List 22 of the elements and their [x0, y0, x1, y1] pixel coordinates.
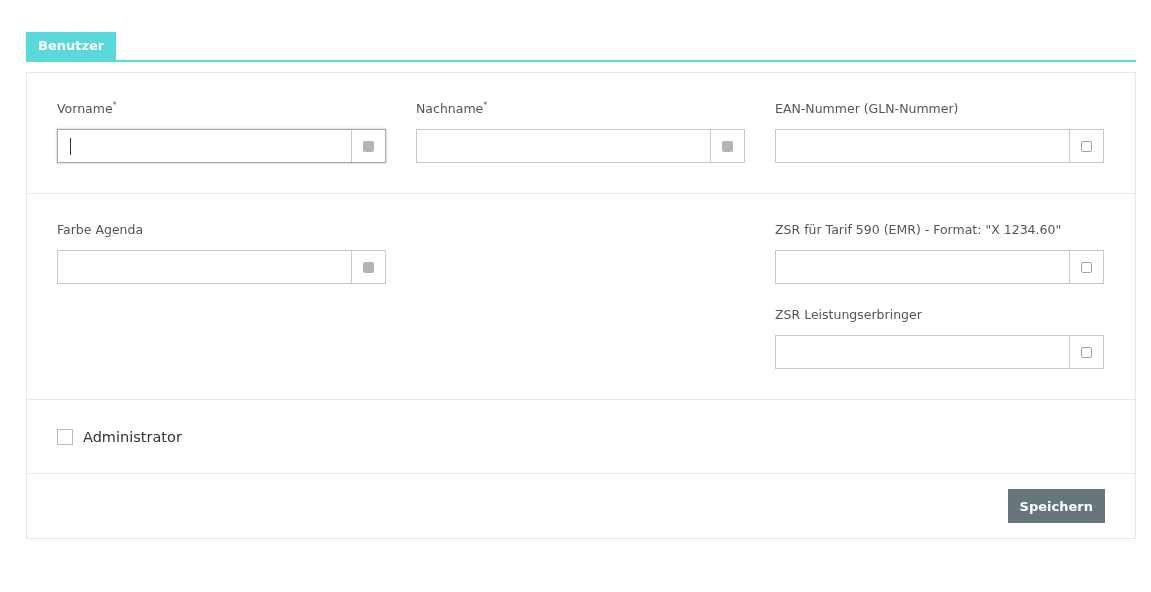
checkbox[interactable]	[57, 429, 73, 445]
square-icon	[722, 140, 733, 152]
input-field[interactable]	[57, 129, 386, 163]
square-icon	[1081, 346, 1092, 358]
input-field[interactable]	[775, 250, 1104, 284]
checkbox-label: Administrator	[83, 429, 182, 445]
field-label: ZSR Leistungserbringer	[775, 307, 923, 323]
text-cursor	[70, 137, 71, 155]
save-button[interactable]: Speichern	[1007, 489, 1105, 523]
field-label: Nachname$^{*}$	[416, 101, 489, 117]
field-label: Vorname$^{*}$	[57, 101, 118, 117]
field-label: Farbe Agenda	[57, 222, 145, 238]
field-label: EAN-Nummer (GLN-Nummer)	[775, 101, 960, 117]
field-label: ZSR für Tarif 590 (EMR) - Format: "X 1234.60"	[775, 222, 1063, 238]
input-field[interactable]	[57, 250, 386, 284]
input-field[interactable]	[775, 129, 1104, 163]
square-icon	[363, 140, 374, 152]
square-icon	[1081, 140, 1092, 152]
input-field[interactable]	[416, 129, 745, 163]
square-icon	[363, 261, 374, 273]
input-field[interactable]	[775, 335, 1104, 369]
square-icon	[1081, 261, 1092, 273]
